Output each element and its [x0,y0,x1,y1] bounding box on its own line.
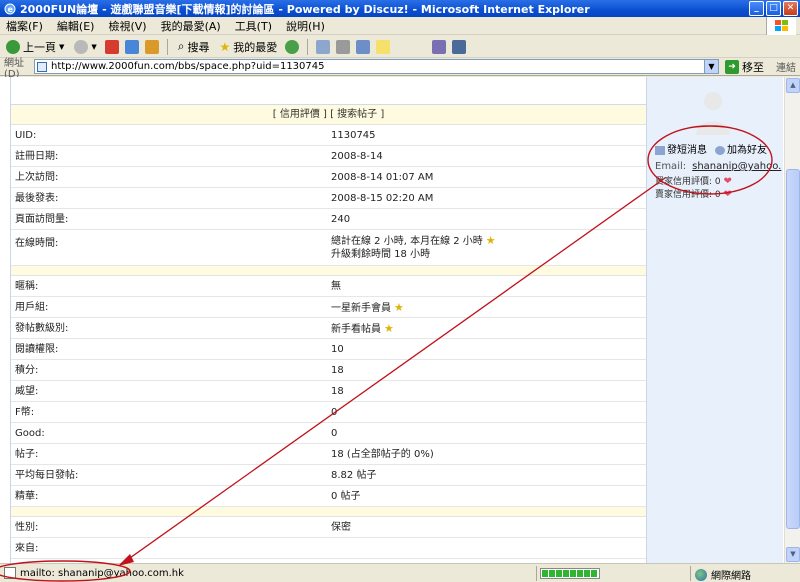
table-row: 頁面訪問量: 240 [11,209,646,230]
go-arrow-icon: ➜ [725,59,739,74]
table-row: 最後發表: 2008-8-15 02:20 AM [11,188,646,209]
page-viewport: [ 信用評價 ] [ 搜索帖子 ] UID: 1130745 註冊日期: 200… [0,77,800,563]
title-bar: e 2000FUN論壇 - 遊戲聯盟音樂[下載情報]的討論區 - Powered… [0,0,800,17]
chevron-down-icon[interactable]: ▼ [91,43,96,51]
table-row: 精華: 0 帖子 [11,486,646,507]
table-row: UID: 1130745 [11,125,646,146]
online-time-line2: 升級剩餘時間 18 小時 [331,249,431,260]
email-link[interactable]: shananip@yahoo. [692,161,781,172]
toolbar: 上一頁 ▼ ▼ ⌕ 搜尋 ★ 我的最愛 [0,36,800,58]
table-row: 帖子: 18 (占全部帖子的 0%) [11,444,646,465]
url-input[interactable]: http://www.2000fun.com/bbs/space.php?uid… [34,59,719,74]
heart-icon: ❤ [723,176,732,187]
mail-icon[interactable] [316,39,331,54]
table-row: 在線時間: 總計在線 2 小時, 本月在線 2 小時 ★ 升級剩餘時間 18 小時 [11,230,646,266]
message-icon [655,145,665,155]
home-icon[interactable] [144,39,159,54]
table-row: 平均每日發帖: 8.82 帖子 [11,465,646,486]
windows-logo-icon [766,17,796,35]
refresh-icon[interactable] [124,39,139,54]
profile-links[interactable]: [ 信用評價 ] [ 搜索帖子 ] [273,109,385,120]
star-icon: ★ [394,301,404,314]
address-bar: 網址(D) http://www.2000fun.com/bbs/space.p… [0,58,800,80]
window-title: 2000FUN論壇 - 遊戲聯盟音樂[下載情報]的討論區 - Powered b… [20,2,590,16]
scroll-thumb[interactable] [786,169,800,529]
table-row: F幣: 0 [11,402,646,423]
ie-logo-icon: e [4,3,16,14]
menu-view[interactable]: 檢視(V) [108,18,146,34]
research-icon[interactable] [432,39,447,54]
scroll-down-icon[interactable]: ▼ [786,547,800,562]
table-row: 註冊日期: 2008-8-14 [11,146,646,167]
star-icon: ★ [485,234,496,247]
profile-sidebar: 發短消息 加為好友 Email: shananip@yahoo. 買家信用評價: … [646,77,783,563]
favorites-button[interactable]: ★ 我的最愛 [218,37,280,57]
table-row: 威望: 18 [11,381,646,402]
email-line: Email: shananip@yahoo. [655,161,782,172]
page-icon [4,567,16,579]
forward-arrow-icon [74,39,89,54]
buyer-credit: 買家信用評價: 0 ❤ [655,176,732,187]
address-label: 網址(D) [4,57,24,80]
chevron-down-icon[interactable]: ▼ [704,60,718,73]
page-icon [37,61,47,72]
table-row: 發帖數級別: 新手看帖員 ★ [11,318,646,339]
svg-text:e: e [8,5,14,14]
menu-file[interactable]: 檔案(F) [6,18,43,34]
star-icon: ★ [219,39,231,54]
avatar [696,92,730,135]
send-message-button[interactable]: 發短消息 [655,141,707,156]
menu-favorites[interactable]: 我的最愛(A) [161,18,221,34]
links-button[interactable]: 連結 [776,59,796,74]
star-icon: ★ [384,322,394,335]
profile-header-links: [ 信用評價 ] [ 搜索帖子 ] [11,105,646,125]
menu-tools[interactable]: 工具(T) [235,18,272,34]
menu-edit[interactable]: 編輯(E) [57,18,95,34]
messenger-icon[interactable] [452,39,467,54]
stop-icon[interactable] [104,39,119,54]
globe-icon [695,568,707,581]
table-row: 暱稱: 無 [11,276,646,297]
table-row: 來自: [11,538,646,559]
table-row: 性別: 保密 [11,517,646,538]
back-arrow-icon [6,39,20,54]
status-text: mailto: shananip@yahoo.com.hk [20,567,184,579]
scroll-up-icon[interactable]: ▲ [786,78,800,93]
table-row: 上次訪問: 2008-8-14 01:07 AM [11,167,646,188]
print-icon[interactable] [336,39,351,54]
add-friend-button[interactable]: 加為好友 [715,141,767,156]
security-zone: 網際網路 [695,567,751,582]
menu-help[interactable]: 說明(H) [286,18,325,34]
minimize-button[interactable]: _ [749,1,764,16]
maximize-button[interactable]: □ [766,1,781,16]
go-button[interactable]: ➜ 移至 [725,59,764,75]
chevron-down-icon[interactable]: ▼ [59,43,64,51]
loading-progress [540,568,600,579]
vertical-scrollbar[interactable]: ▲ ▼ [784,77,800,563]
table-row: Good: 0 [11,423,646,444]
edit-icon[interactable] [356,39,371,54]
url-text: http://www.2000fun.com/bbs/space.php?uid… [51,61,325,72]
search-icon: ⌕ [177,39,185,53]
close-button[interactable]: ✕ [783,1,798,16]
online-time-line1: 總計在線 2 小時, 本月在線 2 小時 [331,236,483,247]
table-row: 積分: 18 [11,360,646,381]
table-row: 閱讀權限: 10 [11,339,646,360]
discuss-icon[interactable] [376,39,391,54]
forward-button[interactable]: ▼ [72,37,98,57]
profile-table: [ 信用評價 ] [ 搜索帖子 ] UID: 1130745 註冊日期: 200… [10,77,646,563]
search-button[interactable]: ⌕ 搜尋 [176,37,212,57]
seller-credit: 賣家信用評價: 0 ❤ [655,189,732,200]
media-icon[interactable] [285,39,300,54]
add-friend-icon [715,145,725,155]
menu-bar: 檔案(F) 編輯(E) 檢視(V) 我的最愛(A) 工具(T) 說明(H) [0,17,800,35]
table-row: 用戶組: 一星新手會員 ★ [11,297,646,318]
status-bar: mailto: shananip@yahoo.com.hk 網際網路 [0,563,800,582]
heart-icon: ❤ [723,189,732,200]
